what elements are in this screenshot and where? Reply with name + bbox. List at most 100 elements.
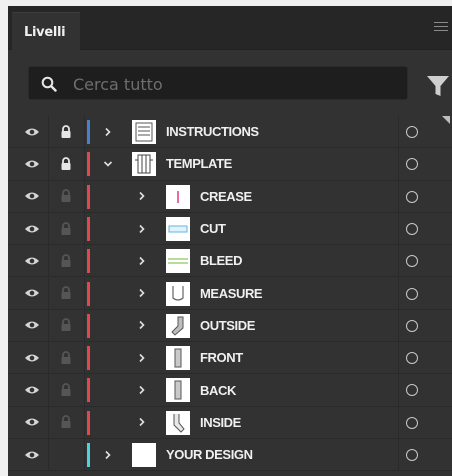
- layer-thumbnail: [132, 443, 156, 467]
- visibility-eye-icon[interactable]: [20, 407, 44, 438]
- layer-row-template[interactable]: TEMPLATE: [8, 148, 452, 181]
- visibility-eye-icon[interactable]: [20, 213, 44, 244]
- column-divider: [48, 245, 49, 277]
- visibility-eye-icon[interactable]: [20, 116, 44, 147]
- chevron-right-icon[interactable]: [134, 278, 150, 309]
- search-icon: [41, 76, 57, 92]
- search-input[interactable]: [73, 73, 393, 95]
- column-divider: [48, 148, 49, 180]
- layer-name[interactable]: OUTSIDE: [200, 310, 255, 341]
- layer-row-measure[interactable]: MEASURE: [8, 277, 452, 310]
- target-circle-icon[interactable]: [406, 352, 418, 365]
- layer-row-cut[interactable]: CUT: [8, 212, 452, 246]
- lock-icon[interactable]: [54, 342, 78, 373]
- chevron-down-icon[interactable]: [100, 148, 116, 179]
- column-divider: [48, 309, 49, 342]
- lock-icon[interactable]: [54, 374, 78, 405]
- lock-icon[interactable]: [54, 310, 78, 341]
- layer-row-bleed[interactable]: BLEED: [8, 245, 452, 278]
- layer-thumbnail: [166, 216, 190, 241]
- chevron-right-icon[interactable]: [134, 181, 150, 212]
- target-circle-icon[interactable]: [406, 126, 418, 138]
- visibility-eye-icon[interactable]: [20, 439, 44, 470]
- visibility-eye-icon[interactable]: [20, 374, 44, 405]
- lock-icon[interactable]: [54, 213, 78, 244]
- column-divider: [398, 245, 399, 277]
- lock-icon[interactable]: [54, 116, 78, 147]
- target-circle-icon[interactable]: [406, 190, 418, 203]
- column-divider: [48, 439, 49, 471]
- layer-name[interactable]: YOUR DESIGN: [166, 439, 253, 470]
- chevron-right-icon[interactable]: [134, 245, 150, 276]
- search-box[interactable]: [28, 66, 408, 100]
- layer-name[interactable]: CREASE: [200, 181, 252, 212]
- target-circle-icon[interactable]: [406, 222, 418, 235]
- visibility-eye-icon[interactable]: [20, 245, 44, 276]
- target-circle-icon[interactable]: [406, 255, 418, 268]
- lock-icon[interactable]: [54, 245, 78, 276]
- chevron-right-icon[interactable]: [134, 407, 150, 438]
- target-circle-icon[interactable]: [406, 287, 418, 300]
- layer-color-indicator: [87, 378, 90, 403]
- layer-color-indicator: [87, 152, 90, 177]
- layer-color-indicator: [87, 410, 90, 435]
- column-divider: [84, 245, 85, 277]
- chevron-right-icon[interactable]: [134, 213, 150, 244]
- visibility-eye-icon[interactable]: [20, 181, 44, 212]
- layer-thumbnail: [166, 249, 190, 274]
- layer-row-back[interactable]: BACK: [8, 374, 452, 407]
- layer-row-crease[interactable]: CREASE: [8, 180, 452, 213]
- layer-row-instructions[interactable]: INSTRUCTIONS: [8, 116, 452, 149]
- layer-name[interactable]: BLEED: [200, 245, 242, 276]
- chevron-right-icon[interactable]: [134, 342, 150, 373]
- column-divider: [398, 406, 399, 438]
- layer-name[interactable]: FRONT: [200, 342, 243, 373]
- visibility-eye-icon[interactable]: [20, 148, 44, 179]
- column-divider: [398, 374, 399, 406]
- filter-icon[interactable]: [426, 74, 450, 98]
- layer-row-outside[interactable]: OUTSIDE: [8, 309, 452, 343]
- column-divider: [84, 277, 85, 309]
- tab-layers[interactable]: Livelli: [12, 12, 80, 50]
- target-circle-icon[interactable]: [406, 449, 418, 461]
- visibility-eye-icon[interactable]: [20, 278, 44, 309]
- layer-thumbnail: [132, 120, 156, 144]
- chevron-right-icon[interactable]: [134, 310, 150, 341]
- layer-thumbnail: [166, 313, 190, 338]
- layer-row-front[interactable]: FRONT: [8, 342, 452, 375]
- layer-name[interactable]: INSTRUCTIONS: [166, 116, 259, 147]
- lock-icon[interactable]: [54, 407, 78, 438]
- lock-icon[interactable]: [54, 278, 78, 309]
- layer-color-indicator: [87, 281, 90, 306]
- layer-name[interactable]: INSIDE: [200, 407, 241, 438]
- chevron-right-icon[interactable]: [100, 439, 116, 470]
- panel-menu-icon[interactable]: [434, 22, 448, 34]
- layer-name[interactable]: MEASURE: [200, 278, 263, 309]
- target-circle-icon[interactable]: [406, 158, 418, 171]
- layer-thumbnail: [166, 378, 190, 403]
- column-divider: [48, 180, 49, 212]
- column-divider: [398, 277, 399, 309]
- layer-row-your-design[interactable]: YOUR DESIGN: [8, 439, 452, 472]
- layer-thumbnail: [166, 184, 190, 209]
- lock-icon[interactable]: [54, 181, 78, 212]
- column-divider: [84, 439, 85, 471]
- lock-icon[interactable]: [54, 148, 78, 179]
- target-circle-icon[interactable]: [406, 416, 418, 429]
- visibility-eye-icon[interactable]: [20, 342, 44, 373]
- layer-name[interactable]: TEMPLATE: [166, 148, 232, 179]
- column-divider: [398, 439, 399, 471]
- lock-icon[interactable]: [54, 439, 78, 470]
- column-divider: [48, 116, 49, 148]
- layer-name[interactable]: BACK: [200, 374, 236, 405]
- layer-name[interactable]: CUT: [200, 213, 226, 244]
- chevron-right-icon[interactable]: [100, 116, 116, 147]
- target-circle-icon[interactable]: [406, 384, 418, 397]
- visibility-eye-icon[interactable]: [20, 310, 44, 341]
- column-divider: [398, 309, 399, 342]
- target-circle-icon[interactable]: [406, 319, 418, 332]
- layer-color-indicator: [87, 184, 90, 209]
- layer-row-inside[interactable]: INSIDE: [8, 406, 452, 439]
- panel-tab-bar: Livelli: [8, 6, 452, 50]
- chevron-right-icon[interactable]: [134, 374, 150, 405]
